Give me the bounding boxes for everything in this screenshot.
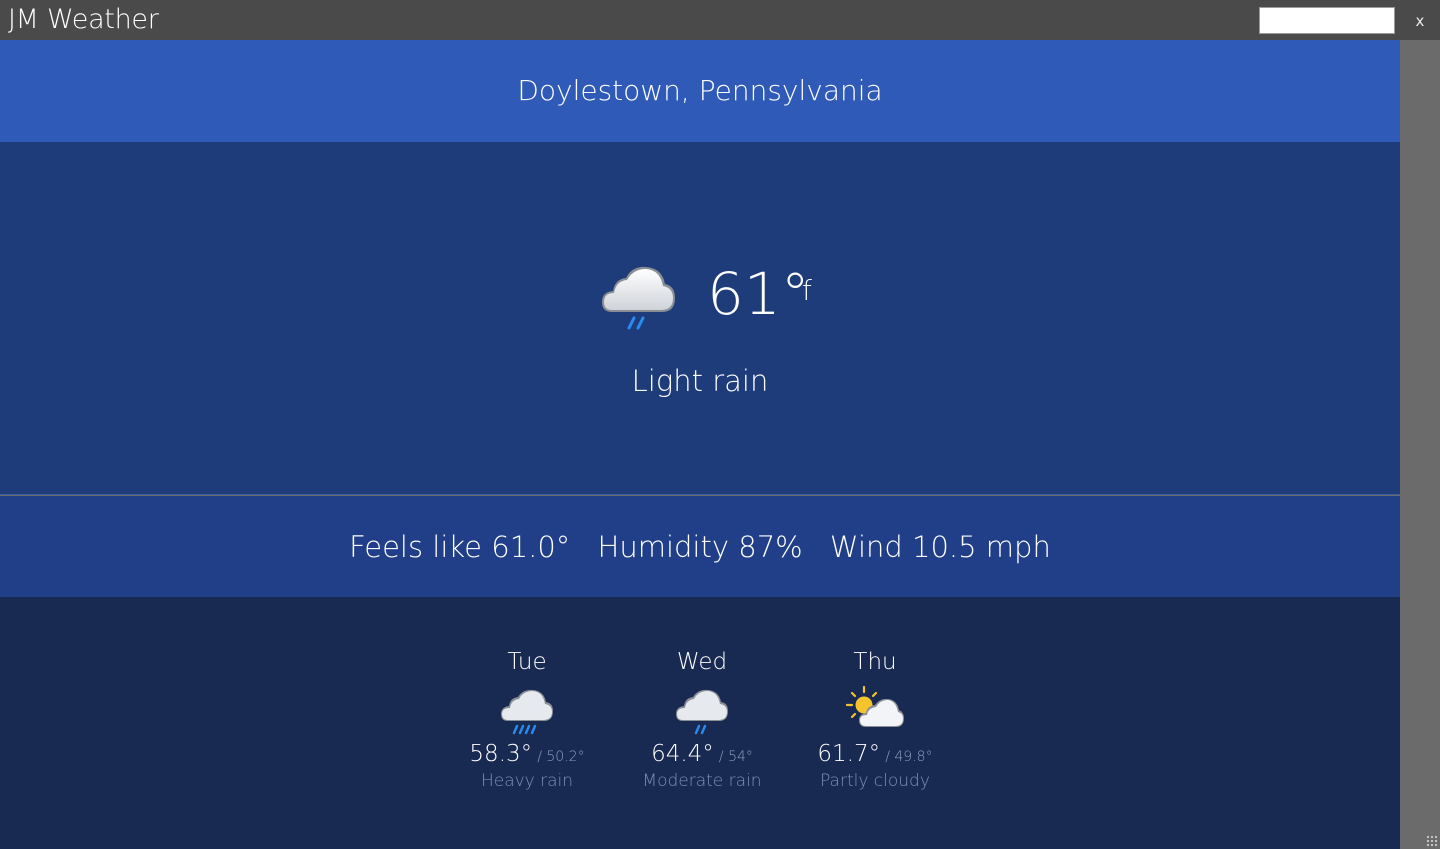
close-button[interactable]: x (1408, 10, 1432, 32)
forecast: Tue 58.3° / 50.2° Heavy rain Wed 64.4° /… (0, 597, 1400, 849)
forecast-day-name: Thu (853, 649, 897, 675)
temperature-unit: f (802, 274, 812, 307)
feels-like: Feels like 61.0° (349, 530, 571, 564)
forecast-temps: 64.4° / 54° (617, 741, 787, 767)
forecast-high: 58.3° (469, 741, 533, 767)
app-title: JM Weather (8, 4, 159, 35)
humidity: Humidity 87% (597, 530, 803, 564)
search-input[interactable] (1259, 7, 1395, 34)
light-rain-icon (602, 266, 675, 330)
scrollbar-track[interactable] (1400, 40, 1440, 849)
forecast-condition: Moderate rain (642, 771, 762, 791)
title-bar: JM Weather x (0, 0, 1440, 40)
forecast-day-name: Tue (507, 649, 547, 675)
forecast-temps: 58.3° / 50.2° (442, 741, 612, 767)
current-conditions: 61° f Light rain (0, 142, 1400, 495)
forecast-low: / 54° (718, 749, 753, 765)
moderate-rain-icon (676, 689, 728, 735)
forecast-condition: Partly cloudy (820, 771, 930, 791)
forecast-condition: Heavy rain (480, 771, 574, 791)
details-row: Feels like 61.0° Humidity 87% Wind 10.5 … (0, 530, 1400, 564)
forecast-temps: 61.7° / 49.8° (790, 741, 960, 767)
forecast-low: / 50.2° (537, 749, 585, 765)
forecast-day-name: Wed (676, 649, 728, 675)
forecast-low: / 49.8° (885, 749, 933, 765)
forecast-high: 61.7° (817, 741, 881, 767)
forecast-high: 64.4° (651, 741, 714, 767)
forecast-day: Thu 61.7° / 49.8° Partly cloudy (790, 649, 960, 791)
weather-content: Doylestown, Pennsylvania 61° f Light rai… (0, 40, 1400, 849)
forecast-day: Wed 64.4° / 54° Moderate rain (617, 649, 787, 791)
current-temperature: 61° (707, 260, 810, 328)
location-name: Doylestown, Pennsylvania (517, 74, 883, 107)
forecast-day: Tue 58.3° / 50.2° Heavy rain (442, 649, 612, 791)
wind: Wind 10.5 mph (829, 530, 1051, 564)
current-condition: Light rain (631, 364, 769, 398)
heavy-rain-icon (501, 689, 553, 735)
weather-details: Feels like 61.0° Humidity 87% Wind 10.5 … (0, 496, 1400, 597)
resize-grip-icon[interactable] (1426, 835, 1438, 847)
location-header: Doylestown, Pennsylvania (0, 40, 1400, 142)
partly-cloudy-icon (846, 685, 904, 727)
